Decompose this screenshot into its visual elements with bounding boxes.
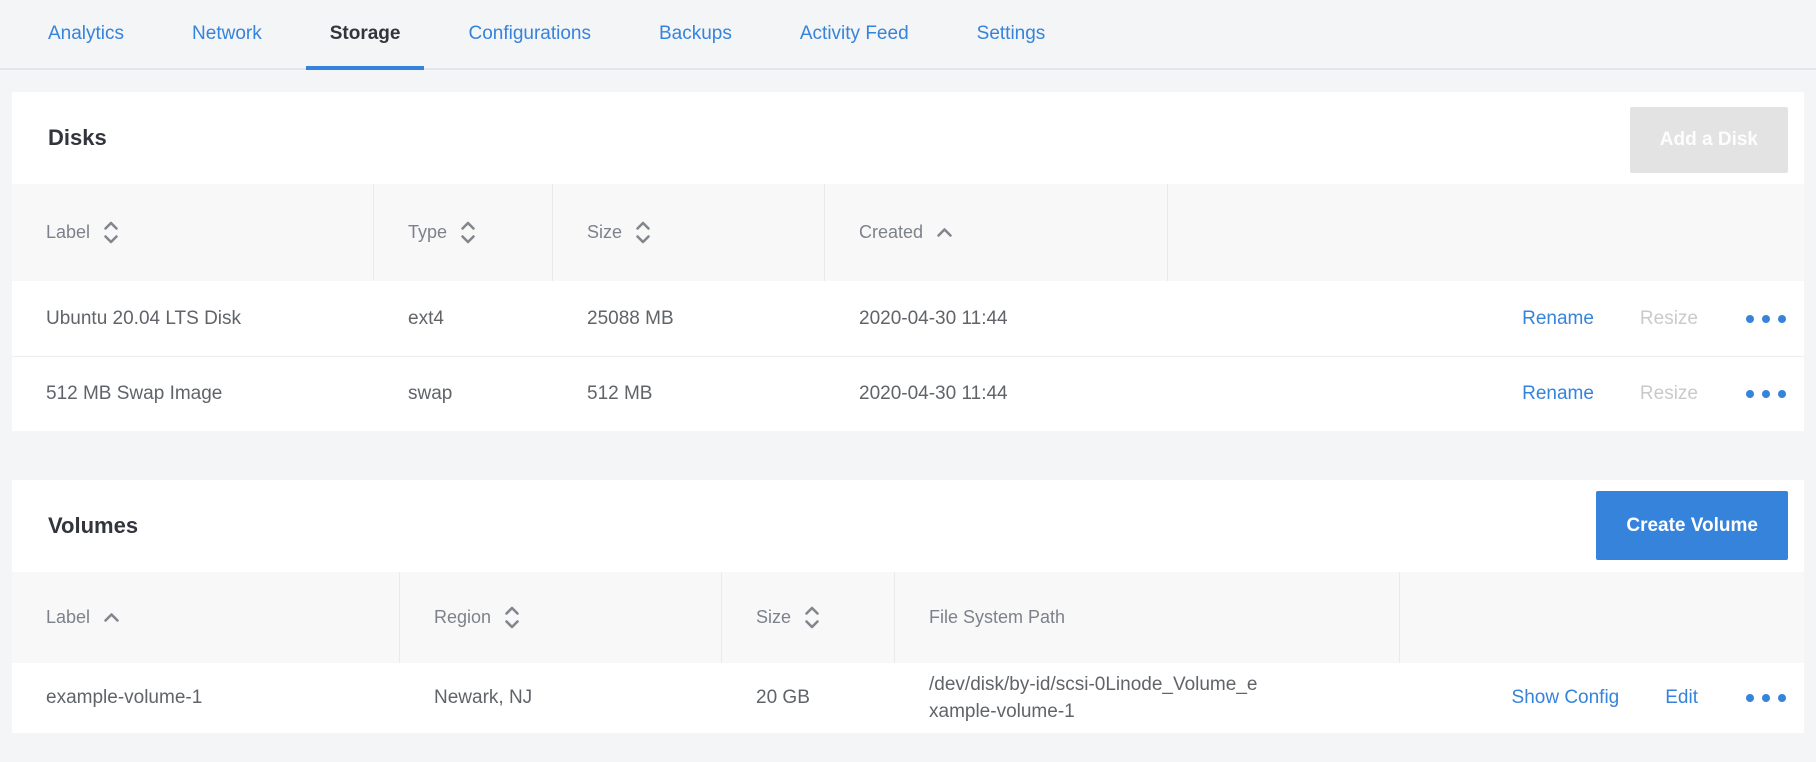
disk-size-cell: 512 MB [553, 383, 825, 405]
disks-header-label[interactable]: Label [12, 184, 374, 281]
ellipsis-menu-icon[interactable] [1744, 688, 1788, 708]
rename-link[interactable]: Rename [1522, 308, 1594, 330]
disk-type-cell: swap [374, 383, 553, 405]
volumes-card: Volumes Create Volume Label Region Size … [12, 480, 1804, 733]
disk-row-actions: Rename Resize [1168, 281, 1804, 356]
disk-created-cell: 2020-04-30 11:44 [825, 383, 1168, 405]
disks-table-header-row: Label Type Size Created [12, 184, 1804, 281]
sort-chevrons-icon [460, 220, 476, 245]
disk-size-cell: 25088 MB [553, 308, 825, 330]
volume-table-row: example-volume-1 Newark, NJ 20 GB /dev/d… [12, 663, 1804, 733]
disks-header-type-text: Type [408, 222, 447, 243]
sort-chevrons-icon [804, 605, 820, 630]
add-a-disk-button[interactable]: Add a Disk [1630, 107, 1788, 173]
disk-created-cell: 2020-04-30 11:44 [825, 308, 1168, 330]
ellipsis-menu-icon[interactable] [1744, 309, 1788, 329]
volume-label-cell: example-volume-1 [12, 687, 400, 709]
disks-header-type[interactable]: Type [374, 184, 553, 281]
volumes-header-label[interactable]: Label [12, 572, 400, 663]
disk-label-cell: Ubuntu 20.04 LTS Disk [12, 308, 374, 330]
volumes-header-file-system-path: File System Path [895, 572, 1400, 663]
volumes-header-region-text: Region [434, 607, 491, 628]
volumes-card-header: Volumes Create Volume [12, 480, 1804, 572]
tab-backups[interactable]: Backups [635, 0, 756, 68]
tab-configurations[interactable]: Configurations [444, 0, 615, 68]
sort-chevrons-icon [103, 220, 119, 245]
volumes-header-region[interactable]: Region [400, 572, 722, 663]
disks-header-size-text: Size [587, 222, 622, 243]
ellipsis-menu-icon[interactable] [1744, 384, 1788, 404]
chevron-up-icon [103, 612, 120, 623]
create-volume-button[interactable]: Create Volume [1596, 491, 1788, 560]
volumes-header-size[interactable]: Size [722, 572, 895, 663]
volumes-title: Volumes [48, 513, 138, 539]
disk-row-actions: Rename Resize [1168, 357, 1804, 431]
sort-chevrons-icon [635, 220, 651, 245]
volumes-table-header-row: Label Region Size File System Path [12, 572, 1804, 663]
rename-link[interactable]: Rename [1522, 383, 1594, 405]
disk-table-row: Ubuntu 20.04 LTS Disk ext4 25088 MB 2020… [12, 281, 1804, 356]
tab-storage[interactable]: Storage [306, 0, 425, 68]
chevron-up-icon [936, 227, 953, 238]
disks-card-header: Disks Add a Disk [12, 92, 1804, 184]
sort-chevrons-icon [504, 605, 520, 630]
disk-type-cell: ext4 [374, 308, 553, 330]
disks-header-actions [1168, 184, 1804, 281]
disks-header-label-text: Label [46, 222, 90, 243]
disk-table-row: 512 MB Swap Image swap 512 MB 2020-04-30… [12, 356, 1804, 431]
disks-header-created-text: Created [859, 222, 923, 243]
resize-link[interactable]: Resize [1640, 383, 1698, 405]
volume-region-cell: Newark, NJ [400, 687, 722, 709]
volume-size-cell: 20 GB [722, 687, 895, 709]
tab-analytics[interactable]: Analytics [24, 0, 148, 68]
disk-label-cell: 512 MB Swap Image [12, 383, 374, 405]
disks-card: Disks Add a Disk Label Type Size Created [12, 92, 1804, 431]
volumes-header-actions [1400, 572, 1804, 663]
tab-network[interactable]: Network [168, 0, 286, 68]
tab-settings[interactable]: Settings [953, 0, 1070, 68]
disks-title: Disks [48, 125, 107, 151]
volumes-header-label-text: Label [46, 607, 90, 628]
edit-link[interactable]: Edit [1665, 687, 1698, 709]
volumes-header-size-text: Size [756, 607, 791, 628]
volume-file-system-path-cell: /dev/disk/by-id/scsi-0Linode_Volume_exam… [895, 671, 1400, 725]
show-config-link[interactable]: Show Config [1512, 687, 1620, 709]
resize-link[interactable]: Resize [1640, 308, 1698, 330]
disks-header-size[interactable]: Size [553, 184, 825, 281]
volumes-header-file-system-path-text: File System Path [929, 607, 1065, 628]
disks-header-created[interactable]: Created [825, 184, 1168, 281]
tab-bar: Analytics Network Storage Configurations… [0, 0, 1816, 70]
tab-activity-feed[interactable]: Activity Feed [776, 0, 933, 68]
volume-row-actions: Show Config Edit [1400, 663, 1804, 733]
